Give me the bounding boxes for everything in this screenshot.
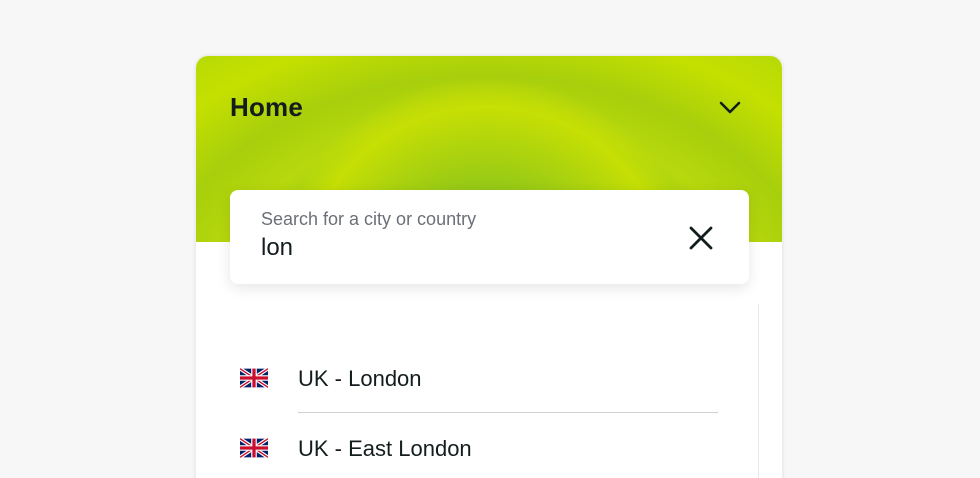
result-label: UK - London [298, 366, 422, 391]
list-item[interactable]: UK - East London [196, 418, 758, 478]
uk-flag-icon [240, 368, 268, 388]
search-input[interactable] [261, 232, 641, 264]
close-icon[interactable] [686, 223, 716, 253]
app-screen: Home UK - London UK - East London Search… [0, 0, 980, 478]
chevron-down-icon[interactable] [716, 96, 744, 120]
uk-flag-icon [240, 438, 268, 458]
search-label: Search for a city or country [261, 209, 477, 229]
search-results-list: UK - London UK - East London [196, 304, 759, 478]
result-label: UK - East London [298, 436, 472, 461]
list-item[interactable]: UK - London [196, 348, 758, 408]
list-divider [298, 412, 718, 413]
page-title: Home [230, 92, 304, 122]
search-box: Search for a city or country [230, 190, 749, 284]
